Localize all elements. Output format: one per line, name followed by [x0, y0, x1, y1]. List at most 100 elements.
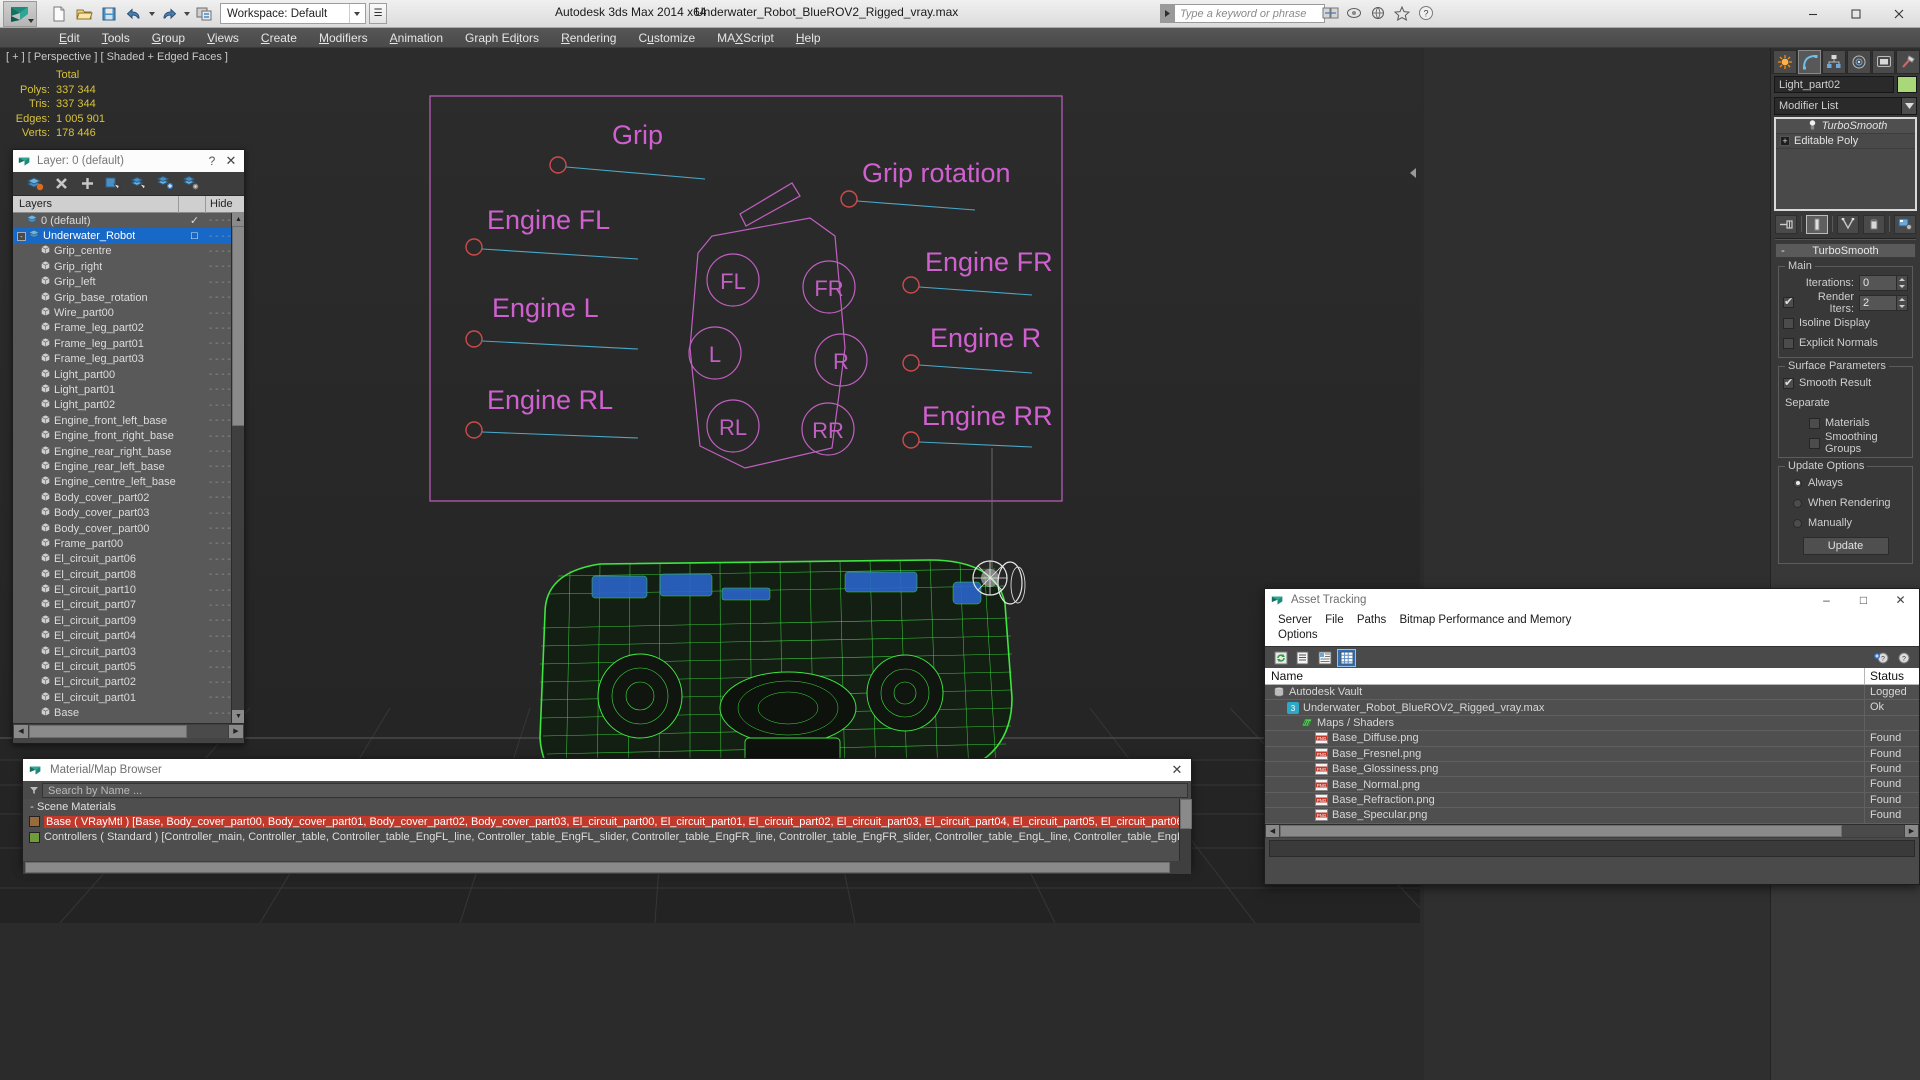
asset-menu-paths[interactable]: Paths: [1352, 613, 1391, 627]
layer-list-hscrollbar[interactable]: ◀ ▶: [13, 723, 244, 738]
modify-tab[interactable]: [1797, 50, 1822, 74]
search-filter-icon[interactable]: [26, 786, 42, 795]
motion-tab[interactable]: [1847, 50, 1871, 74]
asset-tracking-titlebar[interactable]: Asset Tracking – □ ✕: [1265, 589, 1919, 611]
set-current-layer-icon[interactable]: [153, 173, 177, 195]
layer-row-el-circuit-part08[interactable]: El_circuit_part08- - - -: [13, 567, 244, 582]
search-box[interactable]: Type a keyword or phrase: [1160, 4, 1325, 23]
menu-group[interactable]: Group: [141, 28, 196, 48]
menu-tools[interactable]: Tools: [91, 28, 141, 48]
asset-hscroll-right-icon[interactable]: ▶: [1905, 825, 1918, 838]
asset-row[interactable]: Autodesk Vault Logged: [1265, 685, 1919, 701]
render-iters-spinner[interactable]: [1897, 294, 1908, 311]
layer-row-engine-front-right-base[interactable]: Engine_front_right_base - - - -: [13, 428, 244, 443]
list-view-icon[interactable]: [1293, 649, 1312, 667]
hscroll-right-icon[interactable]: ▶: [229, 724, 243, 738]
mmb-hscroll-thumb[interactable]: [25, 862, 1170, 873]
layer-dialog-help-button[interactable]: ?: [204, 154, 220, 168]
asset-list[interactable]: Name Status Autodesk Vault Logged 3 Underwa…: [1265, 668, 1919, 824]
layer-list[interactable]: 0 (default) ✓ - - - - - Underwater_Robot □ - -…: [13, 213, 244, 723]
layer-list-scrollbar[interactable]: ▲ ▼: [231, 213, 244, 723]
asset-row[interactable]: PNG Base_Diffuse.png Found: [1265, 731, 1919, 747]
explicit-normals-row[interactable]: Explicit Normals: [1783, 335, 1908, 351]
modifier-list-dropdown[interactable]: Modifier List: [1774, 97, 1917, 115]
new-file-button[interactable]: [47, 3, 71, 25]
mmb-hscrollbar[interactable]: [23, 861, 1191, 874]
object-color-swatch[interactable]: [1897, 76, 1917, 93]
chevron-down-icon[interactable]: [1901, 98, 1916, 114]
hscroll-track[interactable]: [29, 724, 228, 738]
project-folder-button[interactable]: [192, 3, 216, 25]
layer-hide-toggle[interactable]: □: [181, 230, 208, 242]
update-manually-row[interactable]: Manually: [1783, 515, 1908, 531]
update-manually-radio[interactable]: [1793, 518, 1802, 528]
menu-help[interactable]: Help: [785, 28, 832, 48]
layer-row-grip-right[interactable]: Grip_right - - - -: [13, 259, 244, 274]
menu-rendering[interactable]: Rendering: [550, 28, 627, 48]
mmb-section-scene-materials[interactable]: - Scene Materials: [23, 799, 1191, 814]
material-map-browser[interactable]: Material/Map Browser ✕ Search by Name ..…: [22, 758, 1192, 874]
asset-maximize-button[interactable]: □: [1845, 589, 1882, 611]
layer-row-grip-centre[interactable]: Grip_centre - - - -: [13, 244, 244, 259]
search-expand-icon[interactable]: [1160, 4, 1175, 23]
asset-row[interactable]: 3 Underwater_Robot_BlueROV2_Rigged_vray.m…: [1265, 700, 1919, 716]
open-file-button[interactable]: [72, 3, 96, 25]
materials-checkbox[interactable]: [1809, 417, 1820, 429]
scroll-up-icon[interactable]: ▲: [232, 213, 244, 226]
layer-row-el-circuit-part07[interactable]: El_circuit_part07- - - -: [13, 598, 244, 613]
layer-row-el-circuit-part09[interactable]: El_circuit_part09- - - -: [13, 613, 244, 628]
add-help-icon[interactable]: ?: [1872, 649, 1891, 667]
menu-modifiers[interactable]: Modifiers: [308, 28, 379, 48]
layer-row-el-circuit-part06[interactable]: El_circuit_part06- - - -: [13, 552, 244, 567]
asset-list-hscrollbar[interactable]: ◀ ▶: [1265, 823, 1919, 838]
mmb-content[interactable]: - Scene Materials Base ( VRayMtl ) [Base…: [23, 799, 1192, 861]
menu-graph-editors[interactable]: Graph Editors: [454, 28, 550, 48]
scroll-thumb[interactable]: [232, 226, 244, 426]
exchange-icon[interactable]: [1320, 3, 1340, 23]
configure-modifier-sets-icon[interactable]: [1894, 214, 1916, 234]
asset-row[interactable]: Maps / Shaders: [1265, 715, 1919, 732]
delete-layer-icon[interactable]: [23, 173, 47, 195]
layer-row-grip-base-rotation[interactable]: Grip_base_rotation - - - -: [13, 290, 244, 305]
grid-view-icon[interactable]: [1337, 648, 1356, 667]
stack-item-turbosmooth[interactable]: TurboSmooth: [1776, 118, 1915, 134]
layer-row-frame-part00[interactable]: Frame_part00- - - -: [13, 536, 244, 551]
asset-row[interactable]: PNG Base_Normal.png Found: [1265, 777, 1919, 793]
layer-row-light-part01[interactable]: Light_part01- - - -: [13, 382, 244, 397]
update-always-row[interactable]: Always: [1783, 475, 1908, 491]
detail-view-icon[interactable]: [1315, 649, 1334, 667]
update-button[interactable]: Update: [1802, 537, 1889, 555]
save-file-button[interactable]: [97, 3, 121, 25]
new-layer-icon[interactable]: [75, 173, 99, 195]
asset-row[interactable]: PNG Base_Glossiness.png Found: [1265, 761, 1919, 778]
redo-dropdown-button[interactable]: [182, 3, 191, 25]
asset-menu-server[interactable]: Server: [1273, 613, 1317, 627]
command-panel[interactable]: Light_part02 Modifier List TurboSmooth +: [1770, 48, 1920, 1080]
asset-menu-options[interactable]: Options: [1273, 628, 1323, 642]
smoothing-groups-row[interactable]: Smoothing Groups: [1783, 431, 1908, 455]
layer-row-frame-leg-part03[interactable]: Frame_leg_part03- - - -: [13, 352, 244, 367]
mmb-section-collapse-icon[interactable]: -: [27, 801, 37, 813]
menu-maxscript[interactable]: MAXScript: [706, 28, 785, 48]
menu-edit[interactable]: Edit: [48, 28, 91, 48]
iterations-spinner[interactable]: [1897, 274, 1908, 291]
asset-minimize-button[interactable]: –: [1808, 589, 1845, 611]
show-end-result-icon[interactable]: [1806, 214, 1828, 234]
app-logo-button[interactable]: [3, 0, 37, 27]
viewport-label[interactable]: [ + ] [ Perspective ] [ Shaded + Edged F…: [6, 51, 228, 63]
explicit-normals-checkbox[interactable]: [1783, 337, 1794, 349]
update-when-rendering-row[interactable]: When Rendering: [1783, 495, 1908, 511]
mmb-vscroll-thumb[interactable]: [1180, 799, 1192, 829]
layer-row-frame-leg-part02[interactable]: Frame_leg_part02- - - -: [13, 321, 244, 336]
layer-row-0-default-[interactable]: 0 (default) ✓ - - - -: [13, 213, 244, 228]
create-tab[interactable]: [1773, 50, 1797, 74]
update-always-radio[interactable]: [1793, 478, 1802, 488]
layer-row-frame-leg-part01[interactable]: Frame_leg_part01- - - -: [13, 336, 244, 351]
layer-expander-icon[interactable]: -: [17, 231, 26, 241]
remove-modifier-icon[interactable]: [1863, 214, 1885, 234]
material-list-item[interactable]: Controllers ( Standard ) [Controller_mai…: [23, 830, 1191, 846]
render-iters-checkbox[interactable]: [1783, 295, 1794, 308]
turbosmooth-rollout[interactable]: - TurboSmooth Main Iterations: 0 Render …: [1775, 243, 1916, 564]
undo-button[interactable]: [122, 3, 146, 25]
layer-dialog-titlebar[interactable]: Layer: 0 (default) ? ✕: [13, 150, 244, 172]
